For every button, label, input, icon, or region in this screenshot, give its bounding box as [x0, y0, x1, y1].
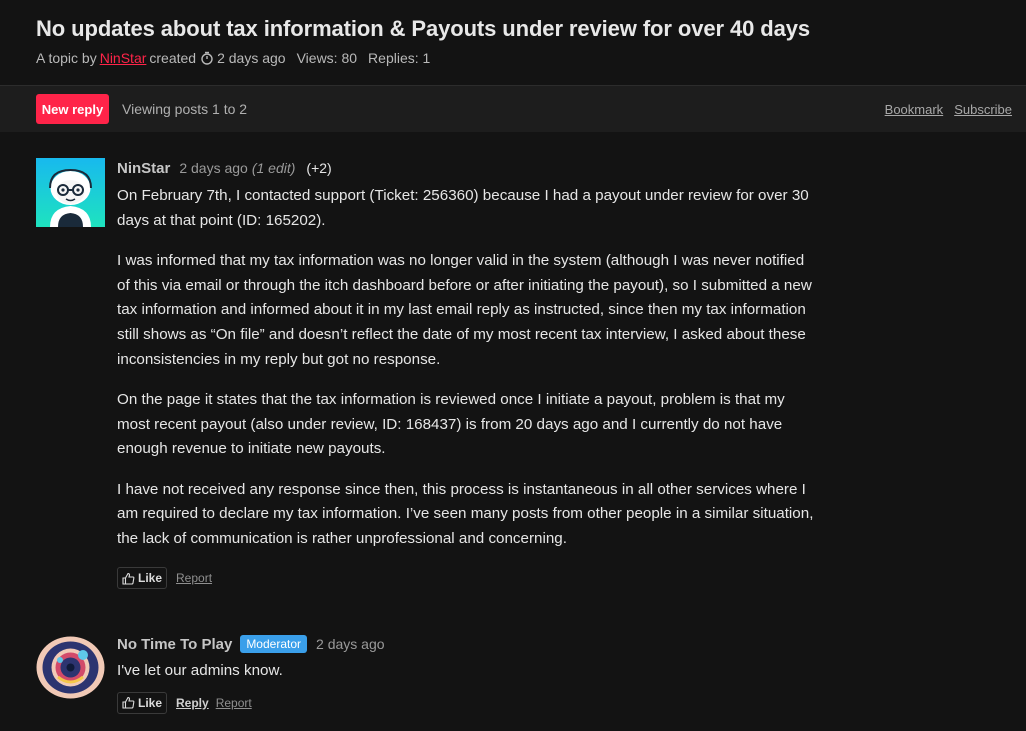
post-paragraph: I was informed that my tax information w…: [117, 251, 812, 368]
post-paragraph: On February 7th, I contacted support (Ti…: [117, 187, 809, 229]
toolbar-links: Bookmark Subscribe: [885, 102, 1012, 117]
post-actions: Like Reply Report: [117, 691, 817, 714]
thumbs-up-icon: [122, 696, 135, 709]
post-paragraph: I've let our admins know.: [117, 662, 283, 679]
post-author[interactable]: NinStar: [117, 160, 170, 177]
reply-link[interactable]: Reply: [176, 696, 209, 710]
meta-prefix: A topic by: [36, 50, 97, 66]
thumbs-up-icon: [122, 572, 135, 585]
post-body: No Time To Play Moderator 2 days ago I'v…: [117, 633, 817, 714]
page-title: No updates about tax information & Payou…: [36, 16, 810, 41]
topic-meta: A topic by NinStar created 2 days ago Vi…: [36, 50, 430, 66]
post-paragraph: On the page it states that the tax infor…: [117, 390, 785, 458]
like-button[interactable]: Like: [117, 691, 168, 714]
created-label: created: [149, 50, 197, 66]
post-time[interactable]: 2 days ago: [316, 636, 385, 652]
post-header: NinStar 2 days ago (1 edit) (+2): [117, 158, 817, 178]
subscribe-link[interactable]: Subscribe: [954, 102, 1012, 117]
post-content: I've let our admins know.: [117, 659, 817, 684]
stopwatch-icon: [200, 51, 214, 65]
moderator-badge: Moderator: [240, 635, 308, 653]
like-button[interactable]: Like: [117, 567, 168, 590]
created-time: 2 days ago: [217, 50, 286, 66]
forum-topic-page: No updates about tax information & Payou…: [0, 0, 1026, 731]
like-label: Like: [138, 571, 163, 586]
topic-toolbar: New reply Viewing posts 1 to 2 Bookmark …: [0, 85, 1026, 132]
topic-header: No updates about tax information & Payou…: [0, 0, 1026, 85]
avatar[interactable]: [36, 633, 105, 702]
topic-author-link[interactable]: NinStar: [100, 50, 147, 66]
views-count: Views: 80: [296, 50, 358, 66]
post-body: NinStar 2 days ago (1 edit) (+2) On Febr…: [117, 158, 817, 590]
bookmark-link[interactable]: Bookmark: [885, 102, 944, 117]
post-author[interactable]: No Time To Play: [117, 636, 232, 653]
post-edit-note: (1 edit): [251, 160, 296, 176]
report-link[interactable]: Report: [176, 571, 212, 585]
post-header: No Time To Play Moderator 2 days ago: [117, 633, 817, 655]
replies-count: Replies: 1: [368, 50, 431, 66]
post-actions: Like Report: [117, 567, 817, 590]
post-votes: (+2): [306, 160, 332, 176]
post-time[interactable]: 2 days ago: [179, 160, 248, 176]
new-reply-button[interactable]: New reply: [36, 94, 109, 124]
report-link[interactable]: Report: [216, 696, 252, 710]
like-label: Like: [138, 695, 163, 710]
post-content: On February 7th, I contacted support (Ti…: [117, 184, 817, 552]
post-paragraph: I have not received any response since t…: [117, 480, 814, 547]
avatar[interactable]: [36, 158, 105, 227]
viewing-posts-label: Viewing posts 1 to 2: [122, 101, 248, 117]
